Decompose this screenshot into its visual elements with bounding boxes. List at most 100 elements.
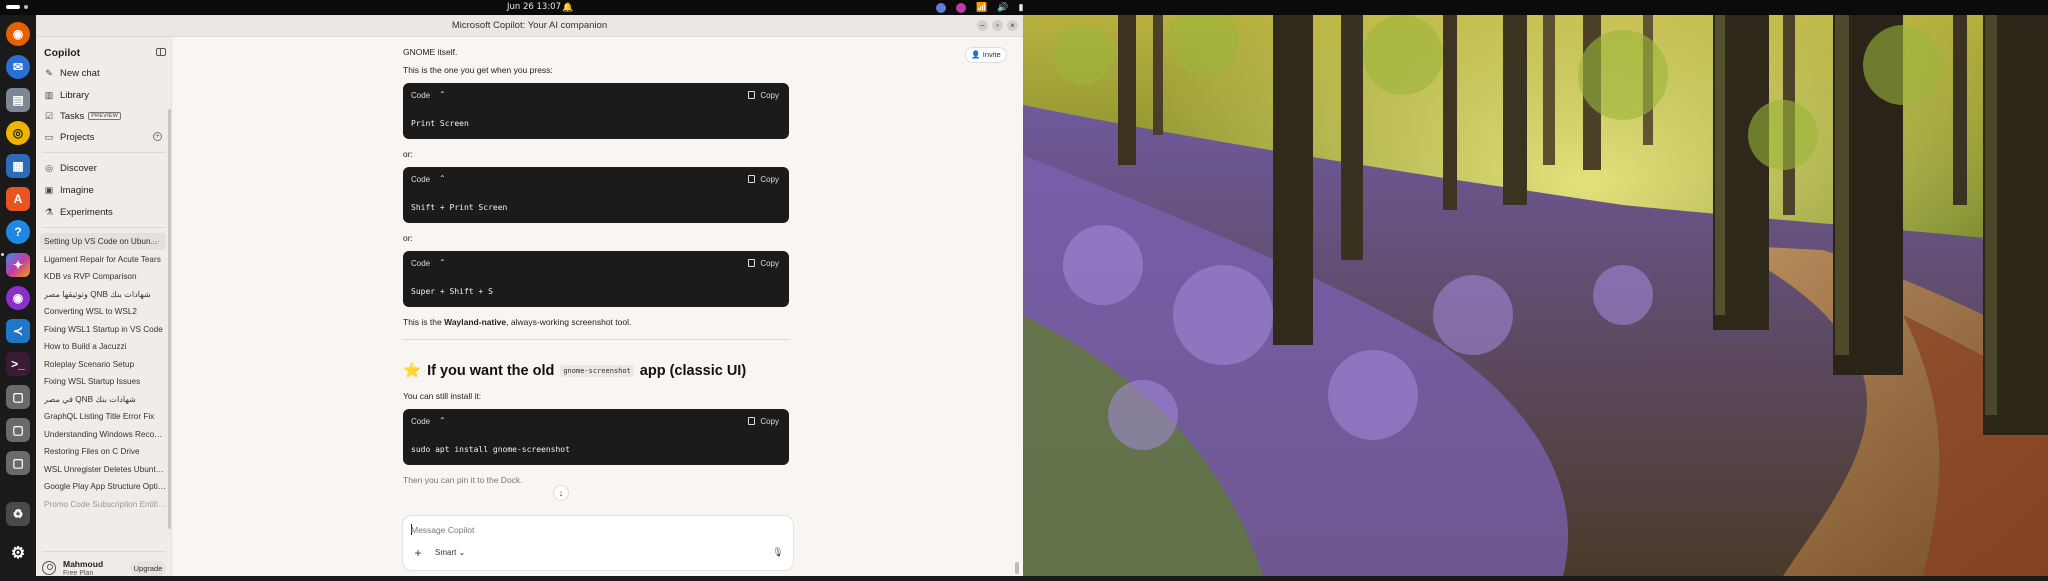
- chevron-up-icon[interactable]: ⌃: [439, 174, 446, 183]
- section-heading: ⭐ If you want the old gnome-screenshot a…: [403, 362, 746, 380]
- window-title: Microsoft Copilot: Your AI companion: [451, 20, 608, 31]
- vscode-icon[interactable]: ≺: [6, 319, 30, 343]
- copy-button[interactable]: Copy: [760, 417, 779, 426]
- copy-button[interactable]: Copy: [760, 259, 779, 268]
- mode-selector[interactable]: Smart ⌄: [435, 548, 465, 557]
- sidebar-divider: [42, 551, 166, 552]
- activities-indicator[interactable]: [6, 5, 20, 9]
- minimize-button[interactable]: –: [977, 20, 988, 31]
- volume-icon[interactable]: 🔊: [997, 2, 1008, 13]
- paragraph: This is the Wayland-native, always-worki…: [403, 317, 631, 327]
- user-profile[interactable]: Mahmoud Free Plan Upgrade: [42, 559, 168, 581]
- app-center-icon[interactable]: A: [6, 187, 30, 211]
- wifi-icon[interactable]: 📶: [976, 2, 987, 13]
- chat-item[interactable]: GraphQL Listing Title Error Fix: [44, 408, 166, 425]
- sidebar-scrollbar[interactable]: [168, 109, 171, 529]
- chat-item[interactable]: Understanding Windows Recover...: [44, 426, 166, 443]
- bell-icon[interactable]: 🔔: [562, 2, 573, 13]
- main-scrollbar[interactable]: [1015, 562, 1019, 574]
- add-project-icon[interactable]: +: [153, 132, 162, 141]
- rhythmbox-icon[interactable]: ◎: [6, 121, 30, 145]
- message-input[interactable]: Message Copilot: [411, 525, 474, 535]
- add-attachment-button[interactable]: +: [411, 546, 425, 560]
- trash-icon[interactable]: ♻: [6, 502, 30, 526]
- battery-icon[interactable]: ▮: [1018, 2, 1023, 13]
- copy-icon[interactable]: [748, 91, 755, 99]
- terminal-icon[interactable]: >_: [6, 352, 30, 376]
- sidebar: Copilot ✎ New chat ▥ Library ☑ Tasks PRE…: [36, 37, 172, 577]
- chat-item[interactable]: KDB vs RVP Comparison: [44, 268, 166, 285]
- copy-icon[interactable]: [748, 259, 755, 267]
- copy-icon[interactable]: [748, 417, 755, 425]
- chevron-up-icon[interactable]: ⌃: [439, 258, 446, 267]
- copilot-tray-icon[interactable]: [956, 2, 966, 13]
- firefox-dev-icon[interactable]: ◉: [6, 286, 30, 310]
- help-icon[interactable]: ?: [6, 220, 30, 244]
- thunderbird-icon[interactable]: ✉: [6, 55, 30, 79]
- chat-item[interactable]: Fixing WSL Startup Issues: [44, 373, 166, 390]
- chevron-up-icon[interactable]: ⌃: [439, 416, 446, 425]
- chat-item[interactable]: Ligament Repair for Acute Tears: [44, 251, 166, 268]
- app-indicator-icon[interactable]: [936, 2, 946, 13]
- generic-app-icon-3[interactable]: ▢: [6, 451, 30, 475]
- generic-app-icon-2[interactable]: ▢: [6, 418, 30, 442]
- generic-app-icon[interactable]: ▢: [6, 385, 30, 409]
- system-tray[interactable]: 📶 🔊 ▮: [936, 1, 1023, 14]
- preview-badge: PREVIEW: [88, 112, 122, 120]
- code-text: Shift + Print Screen: [411, 203, 508, 212]
- chat-item[interactable]: Roleplay Scenario Setup: [44, 356, 166, 373]
- paragraph: or:: [403, 233, 413, 243]
- new-chat-button[interactable]: ✎ New chat: [44, 64, 166, 82]
- chat-item[interactable]: شهادات بنك QNB وتوثيقها مصر: [44, 286, 166, 303]
- maximize-button[interactable]: ▫: [992, 20, 1003, 31]
- chat-title: Setting Up VS Code on Ubun...: [44, 237, 158, 246]
- code-block: Code ⌃ Copy Shift + Print Screen: [403, 167, 789, 223]
- clock[interactable]: Jun 26 13:07: [507, 2, 561, 12]
- sidebar-toggle-icon[interactable]: [156, 48, 166, 56]
- microphone-icon[interactable]: 🎙: [772, 547, 784, 559]
- chat-item[interactable]: Fixing WSL1 Startup in VS Code: [44, 321, 166, 338]
- sidebar-item-projects[interactable]: ▭ Projects +: [44, 128, 166, 146]
- sidebar-item-discover[interactable]: ◎ Discover: [44, 159, 166, 177]
- chat-item[interactable]: Restoring Files on C Drive: [44, 443, 166, 460]
- chat-item[interactable]: WSL Unregister Deletes Ubuntu ...: [44, 461, 166, 478]
- window-titlebar[interactable]: Microsoft Copilot: Your AI companion – ▫…: [36, 15, 1023, 37]
- nav-label: Projects: [60, 131, 95, 143]
- scroll-down-button[interactable]: ↓: [553, 485, 569, 501]
- nav-label: Imagine: [60, 184, 94, 196]
- copy-button[interactable]: Copy: [760, 175, 779, 184]
- show-apps-icon[interactable]: ⚙: [6, 541, 30, 565]
- chat-item[interactable]: Google Play App Structure Options: [44, 478, 166, 495]
- sidebar-item-tasks[interactable]: ☑ Tasks PREVIEW: [44, 107, 166, 125]
- nav-label: New chat: [60, 67, 100, 79]
- invite-button[interactable]: 👤 Invite: [965, 47, 1007, 63]
- firefox-icon[interactable]: ◉: [6, 22, 30, 46]
- paragraph: GNOME itself.: [403, 47, 458, 57]
- code-label: Code: [411, 417, 431, 426]
- copy-button[interactable]: Copy: [760, 91, 779, 100]
- message-composer[interactable]: Message Copilot + Smart ⌄ 🎙: [402, 515, 794, 571]
- chat-item[interactable]: Setting Up VS Code on Ubun... ···: [40, 233, 166, 250]
- close-button[interactable]: ×: [1007, 20, 1018, 31]
- system-top-bar: Jun 26 13:07 🔔 📶 🔊 ▮: [0, 0, 2048, 15]
- chat-item[interactable]: شهادات بنك QNB في مصر: [44, 391, 166, 408]
- folder-icon: ▭: [44, 132, 54, 142]
- files-icon[interactable]: ▤: [6, 88, 30, 112]
- code-text: Super + Shift + S: [411, 287, 493, 296]
- code-label: Code: [411, 175, 431, 184]
- sidebar-item-imagine[interactable]: ▣ Imagine: [44, 181, 166, 199]
- upgrade-button[interactable]: Upgrade: [130, 561, 166, 576]
- copilot-icon[interactable]: ✦: [6, 253, 30, 277]
- chat-item[interactable]: Converting WSL to WSL2: [44, 303, 166, 320]
- chevron-up-icon[interactable]: ⌃: [439, 90, 446, 99]
- sidebar-item-experiments[interactable]: ⚗ Experiments: [44, 203, 166, 221]
- copy-icon[interactable]: [748, 175, 755, 183]
- libreoffice-writer-icon[interactable]: ▦: [6, 154, 30, 178]
- forest-wallpaper-image: [1023, 15, 2048, 576]
- chat-item[interactable]: Promo Code Subscription Entitle...: [44, 496, 166, 513]
- chat-item[interactable]: How to Build a Jacuzzi: [44, 338, 166, 355]
- more-options-icon[interactable]: ···: [152, 233, 160, 250]
- sidebar-item-library[interactable]: ▥ Library: [44, 86, 166, 104]
- tasks-icon: ☑: [44, 111, 54, 121]
- section-divider: [403, 339, 789, 340]
